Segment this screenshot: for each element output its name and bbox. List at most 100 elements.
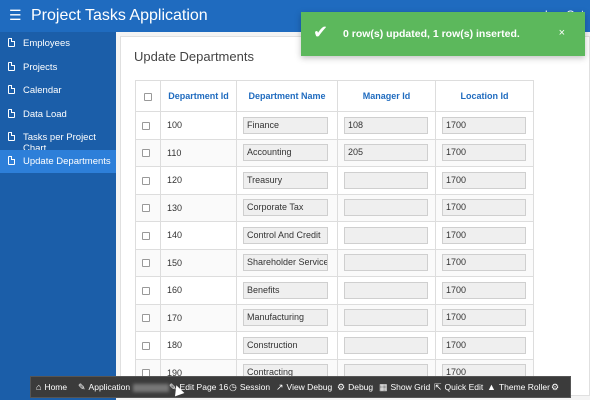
location-id-cell: 1700 — [435, 276, 534, 305]
devbar-debug-button[interactable]: ⚙ Debug — [337, 382, 373, 393]
location-id-field[interactable]: 1700 — [442, 226, 526, 244]
home-icon: ⌂ — [36, 382, 42, 392]
devbar-settings-button[interactable]: ⚙ — [551, 382, 562, 393]
select-cell — [135, 331, 161, 360]
department-id-cell: 130 — [160, 193, 237, 222]
table-row: 140 Control And Credit 1700 — [135, 221, 534, 250]
view-debug-icon: ↗ — [276, 382, 284, 392]
department-name-field[interactable]: Accounting — [243, 144, 328, 162]
column-header-department-name[interactable]: Department Name — [236, 80, 338, 112]
manager-id-cell: 205 — [337, 138, 436, 167]
manager-id-field[interactable]: 108 — [344, 116, 428, 134]
department-name-field[interactable]: Corporate Tax — [243, 199, 328, 217]
department-name-field[interactable]: Manufacturing — [243, 309, 328, 327]
table-row: 170 Manufacturing 1700 — [135, 303, 534, 332]
gear-icon: ⚙ — [551, 382, 560, 392]
sidebar-item-data-load[interactable]: Data Load — [0, 103, 116, 127]
location-id-field[interactable]: 1700 — [442, 116, 526, 134]
manager-id-field[interactable] — [344, 171, 428, 189]
close-icon[interactable]: × — [559, 27, 565, 39]
manager-id-cell: 108 — [337, 111, 436, 140]
location-id-field[interactable]: 1700 — [442, 144, 526, 162]
manager-id-field[interactable] — [344, 254, 428, 272]
department-name-field[interactable]: Treasury — [243, 171, 328, 189]
row-checkbox[interactable] — [142, 149, 150, 158]
location-id-field[interactable]: 1700 — [442, 199, 526, 217]
column-header-department-id[interactable]: Department Id — [160, 80, 237, 112]
devbar-quick-edit-button[interactable]: ⇱ Quick Edit — [434, 382, 483, 393]
edit-icon: ✎ — [78, 382, 86, 392]
devbar-theme-roller-button[interactable]: ▲ Theme Roller — [487, 382, 550, 392]
manager-id-field[interactable] — [344, 281, 428, 299]
select-all-checkbox[interactable] — [144, 92, 152, 101]
location-id-field[interactable]: 1700 — [442, 309, 526, 327]
manager-id-field[interactable] — [344, 309, 428, 327]
devbar-view-debug-label: View Debug — [286, 382, 333, 392]
row-checkbox[interactable] — [142, 314, 150, 323]
location-id-field[interactable]: 1700 — [442, 171, 526, 189]
table-row: 100 Finance 108 1700 — [135, 111, 534, 140]
row-checkbox[interactable] — [142, 204, 150, 213]
bug-icon: ⚙ — [337, 382, 346, 392]
row-checkbox[interactable] — [142, 286, 150, 295]
department-id-cell: 150 — [160, 248, 237, 277]
devbar-debug-label: Debug — [348, 382, 374, 392]
sidebar-item-update-departments[interactable]: Update Departments — [0, 149, 116, 173]
manager-id-field[interactable] — [344, 226, 428, 244]
page-icon — [8, 132, 15, 141]
column-header-location-id[interactable]: Location Id — [435, 80, 534, 112]
page-icon — [8, 38, 15, 47]
department-name-cell: Manufacturing — [236, 303, 338, 332]
manager-id-cell — [337, 221, 436, 250]
table-row: 150 Shareholder Services 1700 — [135, 248, 534, 277]
row-checkbox[interactable] — [142, 231, 150, 240]
manager-id-field[interactable] — [344, 199, 428, 217]
row-checkbox[interactable] — [142, 121, 150, 130]
hamburger-icon[interactable]: ☰ — [9, 8, 22, 22]
devbar-home-button[interactable]: ⌂ Home — [36, 382, 67, 392]
department-name-field[interactable]: Construction — [243, 336, 328, 354]
manager-id-cell — [337, 248, 436, 277]
manager-id-cell — [337, 166, 436, 195]
paint-roller-icon: ▲ — [487, 382, 496, 392]
devbar-application-button[interactable]: ✎ Application — [78, 382, 170, 393]
manager-id-field[interactable]: 205 — [344, 144, 428, 162]
sidebar: Employees Projects Calendar Data Load Ta… — [0, 32, 116, 400]
clock-icon: ◷ — [229, 382, 237, 392]
department-name-cell: Accounting — [236, 138, 338, 167]
page-icon — [8, 85, 15, 94]
select-all-cell — [135, 80, 161, 112]
sidebar-item-employees[interactable]: Employees — [0, 32, 116, 56]
sidebar-item-tasks-chart[interactable]: Tasks per Project Chart — [0, 126, 116, 154]
sidebar-item-calendar[interactable]: Calendar — [0, 79, 116, 103]
department-name-field[interactable]: Finance — [243, 116, 328, 134]
department-id-cell: 100 — [160, 111, 237, 140]
devbar-view-debug-button[interactable]: ↗ View Debug — [276, 382, 332, 393]
row-checkbox[interactable] — [142, 259, 150, 268]
devbar-edit-page-label: Edit Page 16 — [179, 382, 229, 392]
manager-id-field[interactable] — [344, 336, 428, 354]
column-header-manager-id[interactable]: Manager Id — [337, 80, 436, 112]
sidebar-item-projects[interactable]: Projects — [0, 56, 116, 80]
location-id-cell: 1700 — [435, 138, 534, 167]
department-name-cell: Corporate Tax — [236, 193, 338, 222]
sidebar-item-label: Employees — [23, 38, 70, 49]
location-id-field[interactable]: 1700 — [442, 281, 526, 299]
location-id-field[interactable]: 1700 — [442, 254, 526, 272]
department-name-cell: Benefits — [236, 276, 338, 305]
row-checkbox[interactable] — [142, 341, 150, 350]
devbar-application-label: Application — [88, 382, 131, 392]
manager-id-cell — [337, 276, 436, 305]
location-id-field[interactable]: 1700 — [442, 336, 526, 354]
select-cell — [135, 276, 161, 305]
update-departments-region: Update Departments Department Id Departm… — [120, 36, 590, 396]
page-icon — [8, 155, 15, 165]
department-name-field[interactable]: Control And Credit — [243, 226, 328, 244]
app-title[interactable]: Project Tasks Application — [31, 6, 208, 26]
devbar-show-grid-button[interactable]: ▦ Show Grid — [379, 382, 430, 393]
department-name-field[interactable]: Benefits — [243, 281, 328, 299]
success-message-text: 0 row(s) updated, 1 row(s) inserted. — [343, 28, 520, 40]
devbar-session-button[interactable]: ◷ Session — [229, 382, 270, 393]
department-name-field[interactable]: Shareholder Services — [243, 254, 328, 272]
row-checkbox[interactable] — [142, 176, 150, 185]
